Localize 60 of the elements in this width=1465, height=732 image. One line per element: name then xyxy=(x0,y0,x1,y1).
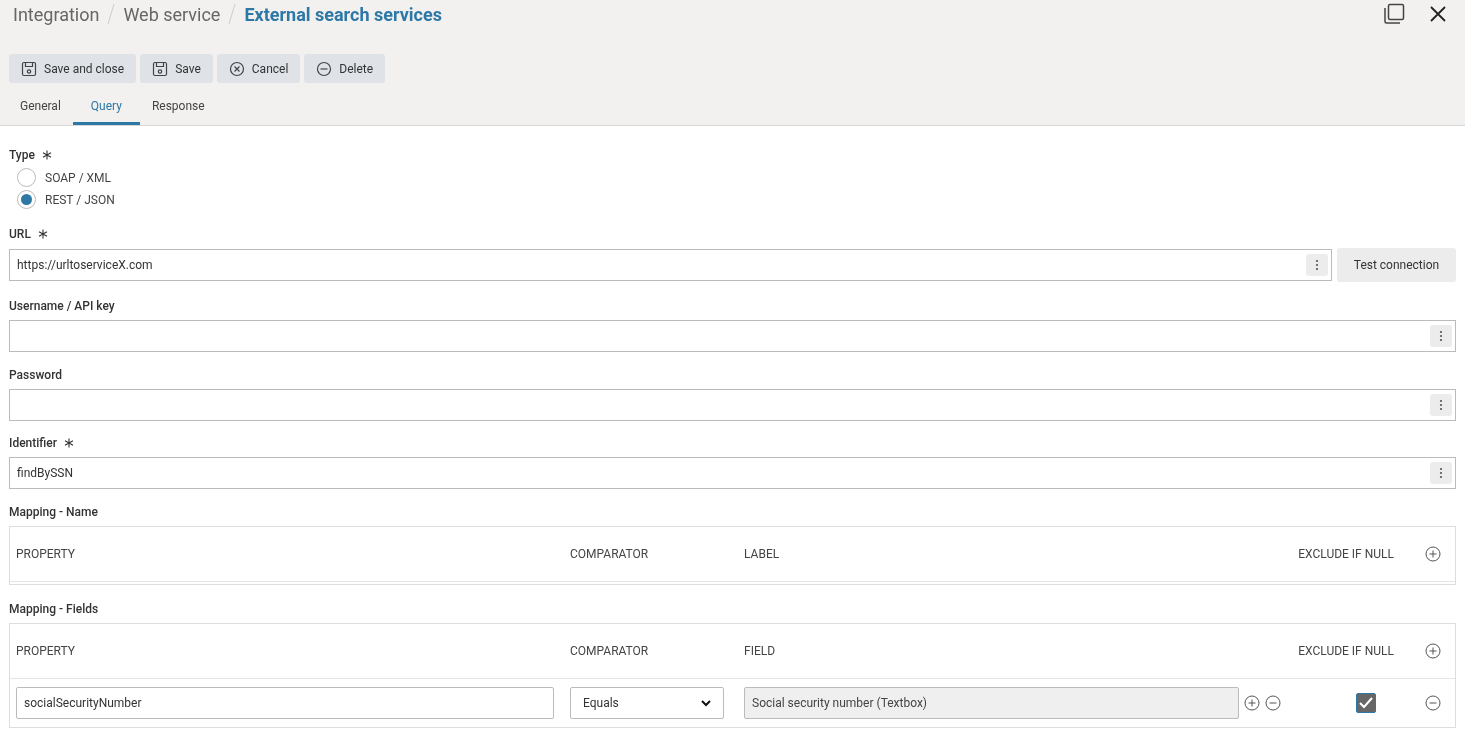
add-icon[interactable] xyxy=(1425,546,1441,562)
field-label: Identifier xyxy=(9,435,57,452)
field-label: Mapping - Fields xyxy=(9,601,99,618)
more-options-button[interactable] xyxy=(1430,325,1452,347)
field-label: Password xyxy=(9,367,63,384)
more-options-button[interactable] xyxy=(1306,254,1328,276)
test-connection-button[interactable]: Test connection xyxy=(1337,248,1456,282)
readonly-field: Social security number (Textbox) xyxy=(744,687,1239,719)
tab[interactable]: Query xyxy=(72,90,140,125)
checkbox[interactable] xyxy=(1356,693,1376,713)
column-header: COMPARATOR xyxy=(570,643,650,660)
column-header: EXCLUDE IF NULL xyxy=(1298,546,1394,563)
text-field[interactable]: https://urltoserviceX.com xyxy=(9,249,1332,281)
column-header: COMPARATOR xyxy=(570,546,650,563)
text-field[interactable]: findBySSN xyxy=(9,457,1456,489)
toolbar-button[interactable]: Save xyxy=(140,54,213,83)
add-icon[interactable] xyxy=(1425,643,1441,659)
page-title: External search services xyxy=(244,2,442,27)
close-icon[interactable] xyxy=(1429,5,1447,23)
save-icon xyxy=(152,60,169,77)
save-icon xyxy=(21,60,37,77)
more-options-button[interactable] xyxy=(1430,394,1452,416)
chevron-down-icon xyxy=(701,699,711,707)
restore-window-icon[interactable] xyxy=(1383,3,1405,25)
text-field[interactable] xyxy=(9,389,1456,421)
radio-label: SOAP / XML xyxy=(45,169,112,187)
column-header: PROPERTY xyxy=(16,546,76,563)
column-header: LABEL xyxy=(744,546,781,563)
text-field[interactable]: socialSecurityNumber xyxy=(16,687,554,719)
slash-separator-icon xyxy=(228,3,237,25)
toolbar-button[interactable]: Delete xyxy=(304,54,386,83)
add-icon[interactable] xyxy=(1244,695,1260,711)
remove-icon[interactable] xyxy=(1425,695,1441,711)
field-label: Type xyxy=(9,147,35,164)
field-label: URL xyxy=(9,226,31,243)
comparator-dropdown[interactable]: Equals xyxy=(570,687,724,719)
vertical-dots-icon xyxy=(1439,467,1443,479)
column-header: PROPERTY xyxy=(16,643,76,660)
field-label: Username / API key xyxy=(9,298,115,315)
remove-icon[interactable] xyxy=(1265,695,1281,711)
tab[interactable]: Response xyxy=(139,90,217,125)
vertical-dots-icon xyxy=(1439,330,1443,342)
column-header: EXCLUDE IF NULL xyxy=(1298,643,1394,660)
field-label: Mapping - Name xyxy=(9,504,98,521)
breadcrumb-link[interactable]: Integration xyxy=(13,0,100,28)
more-options-button[interactable] xyxy=(1430,462,1452,484)
radio-button[interactable] xyxy=(17,168,36,187)
vertical-dots-icon xyxy=(1439,399,1443,411)
slash-separator-icon xyxy=(107,3,116,25)
text-field[interactable] xyxy=(9,320,1456,352)
toolbar-button[interactable]: Cancel xyxy=(216,54,301,83)
breadcrumb-link[interactable]: Web service xyxy=(123,0,221,28)
vertical-dots-icon xyxy=(1315,259,1319,271)
toolbar-button[interactable]: Save and close xyxy=(9,54,137,83)
radio-button[interactable] xyxy=(17,190,36,209)
cancel-icon xyxy=(228,60,245,77)
radio-label: REST / JSON xyxy=(45,191,115,209)
tab[interactable]: General xyxy=(8,90,73,125)
minus-circle-icon xyxy=(316,60,333,77)
column-header: FIELD xyxy=(744,643,777,660)
